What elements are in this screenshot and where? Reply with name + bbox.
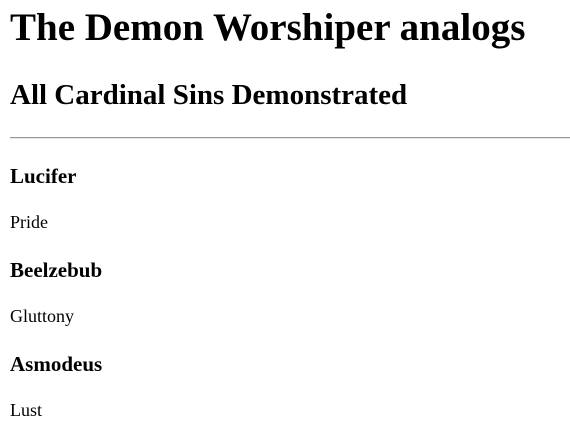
- entry-name: Lucifer: [10, 164, 77, 188]
- page-content: The Demon Worshiper analogs All Cardinal…: [0, 4, 570, 421]
- page-title: The Demon Worshiper analogs: [10, 6, 526, 49]
- entry-sin: Lust: [10, 400, 43, 420]
- horizontal-divider: [10, 137, 570, 139]
- entry-lucifer: Lucifer Pride: [10, 163, 570, 233]
- page-subtitle: All Cardinal Sins Demonstrated: [10, 79, 408, 111]
- entry-asmodeus: Asmodeus Lust: [10, 351, 570, 421]
- entry-name: Asmodeus: [10, 352, 103, 376]
- entry-name: Beelzebub: [10, 258, 103, 282]
- entry-beelzebub: Beelzebub Gluttony: [10, 257, 570, 327]
- entry-sin: Pride: [10, 212, 48, 232]
- entry-sin: Gluttony: [10, 306, 75, 326]
